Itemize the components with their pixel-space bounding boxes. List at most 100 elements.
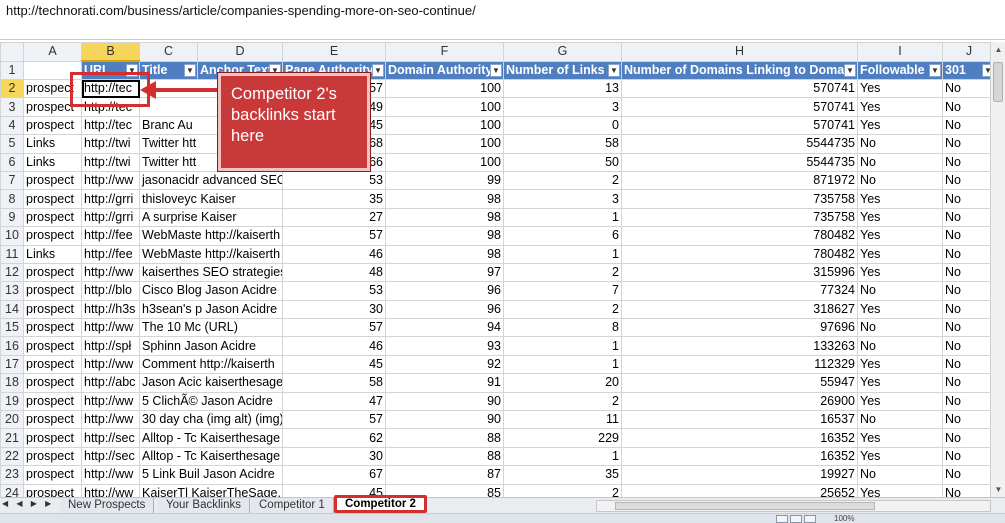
table-cell[interactable]: http://h3s: [81, 299, 140, 320]
table-cell[interactable]: 57: [282, 410, 386, 430]
table-cell[interactable]: prospect: [23, 336, 82, 356]
column-header-h[interactable]: H: [621, 42, 858, 62]
table-cell[interactable]: No: [857, 336, 943, 356]
table-cell[interactable]: 35: [503, 465, 622, 485]
table-cell[interactable]: 46: [282, 244, 386, 264]
table-cell[interactable]: WebMaste http://kaiserth: [139, 244, 283, 264]
table-cell[interactable]: No: [942, 410, 990, 430]
table-cell[interactable]: 8: [503, 318, 622, 338]
row-header[interactable]: 18: [0, 373, 24, 393]
table-cell[interactable]: Yes: [857, 428, 943, 448]
table-cell[interactable]: 25652: [621, 483, 858, 497]
table-cell[interactable]: 57: [282, 318, 386, 338]
table-cell[interactable]: 100: [385, 134, 504, 154]
filter-dropdown-icon[interactable]: ▼: [982, 63, 990, 77]
table-cell[interactable]: http://twi: [81, 134, 140, 154]
table-cell[interactable]: 58: [503, 134, 622, 154]
header-cell[interactable]: Number of Links ▼: [503, 60, 622, 80]
table-cell[interactable]: 45: [282, 354, 386, 375]
table-cell[interactable]: Yes: [857, 354, 943, 375]
table-cell[interactable]: http://tec: [81, 97, 140, 117]
column-header-g[interactable]: G: [503, 42, 622, 62]
table-cell[interactable]: Yes: [857, 391, 943, 412]
row-header[interactable]: 2: [0, 78, 24, 99]
header-cell[interactable]: 301 ▼: [942, 60, 990, 80]
table-cell[interactable]: No: [857, 410, 943, 430]
table-cell[interactable]: 13: [503, 78, 622, 99]
table-cell[interactable]: No: [942, 428, 990, 448]
table-cell[interactable]: No: [857, 465, 943, 485]
table-cell[interactable]: 2: [503, 391, 622, 412]
filter-dropdown-icon[interactable]: ▼: [372, 63, 384, 77]
table-cell[interactable]: No: [942, 226, 990, 246]
table-cell[interactable]: KaiserTl KaiserTheSage.: [139, 483, 283, 497]
row-header[interactable]: 8: [0, 189, 24, 209]
table-cell[interactable]: 570741: [621, 78, 858, 99]
row-header[interactable]: 14: [0, 299, 24, 320]
table-cell[interactable]: No: [942, 189, 990, 209]
table-cell[interactable]: Sphinn Jason Acidre: [139, 336, 283, 356]
table-cell[interactable]: Yes: [857, 446, 943, 467]
table-cell[interactable]: Yes: [857, 207, 943, 228]
table-cell[interactable]: 67: [282, 465, 386, 485]
table-cell[interactable]: 91: [385, 373, 504, 393]
table-cell[interactable]: 46: [282, 336, 386, 356]
row-header[interactable]: 22: [0, 446, 24, 467]
table-cell[interactable]: No: [942, 262, 990, 283]
header-cell[interactable]: Domain Authority ▼: [385, 60, 504, 80]
spreadsheet-grid[interactable]: ABCDEFGHIJ 1 URL ▼ Title ▼ Anchor Text ▼ Page A…: [0, 42, 990, 497]
table-cell[interactable]: No: [942, 78, 990, 99]
horizontal-scrollbar[interactable]: [596, 500, 991, 512]
table-cell[interactable]: Yes: [857, 373, 943, 393]
header-cell[interactable]: Title ▼: [139, 60, 198, 80]
column-header-b[interactable]: B: [81, 42, 140, 62]
table-cell[interactable]: Yes: [857, 483, 943, 497]
horizontal-scroll-thumb[interactable]: [615, 502, 875, 510]
table-cell[interactable]: http://fee: [81, 226, 140, 246]
table-cell[interactable]: 1: [503, 244, 622, 264]
table-cell[interactable]: 112329: [621, 354, 858, 375]
table-cell[interactable]: Comment http://kaiserth: [139, 354, 283, 375]
table-cell[interactable]: prospect: [23, 115, 82, 136]
table-cell[interactable]: Cisco Blog Jason Acidre: [139, 281, 283, 301]
table-cell[interactable]: 27: [282, 207, 386, 228]
table-cell[interactable]: 97: [385, 262, 504, 283]
table-cell[interactable]: No: [942, 483, 990, 497]
table-cell[interactable]: 0: [503, 115, 622, 136]
table-cell[interactable]: 5 Link Buil Jason Acidre: [139, 465, 283, 485]
filter-dropdown-icon[interactable]: ▼: [490, 63, 502, 77]
table-cell[interactable]: No: [942, 391, 990, 412]
table-cell[interactable]: 35: [282, 189, 386, 209]
table-cell[interactable]: prospect: [23, 410, 82, 430]
table-cell[interactable]: prospect: [23, 483, 82, 497]
header-cell[interactable]: Followable ▼: [857, 60, 943, 80]
table-cell[interactable]: Yes: [857, 115, 943, 136]
table-cell[interactable]: No: [942, 134, 990, 154]
table-cell[interactable]: 50: [503, 152, 622, 172]
table-cell[interactable]: http://ww: [81, 483, 140, 497]
table-cell[interactable]: 570741: [621, 115, 858, 136]
table-cell[interactable]: 16537: [621, 410, 858, 430]
table-cell[interactable]: http://grri: [81, 207, 140, 228]
row-header[interactable]: 23: [0, 465, 24, 485]
table-cell[interactable]: 58: [282, 373, 386, 393]
row-header[interactable]: 11: [0, 244, 24, 264]
table-cell[interactable]: http://ww: [81, 318, 140, 338]
table-cell[interactable]: 53: [282, 281, 386, 301]
table-cell[interactable]: Links: [23, 134, 82, 154]
table-cell[interactable]: 98: [385, 244, 504, 264]
table-cell[interactable]: kaiserthes SEO strategies: [139, 262, 283, 283]
table-cell[interactable]: prospect: [23, 391, 82, 412]
table-cell[interactable]: Yes: [857, 97, 943, 117]
row-header[interactable]: 3: [0, 97, 24, 117]
view-buttons[interactable]: [776, 515, 826, 523]
table-cell[interactable]: 55947: [621, 373, 858, 393]
table-cell[interactable]: No: [857, 318, 943, 338]
table-cell[interactable]: 7: [503, 281, 622, 301]
table-cell[interactable]: 2: [503, 483, 622, 497]
table-cell[interactable]: 88: [385, 428, 504, 448]
scroll-up-icon[interactable]: ▲: [991, 42, 1005, 57]
tab-your-backlinks[interactable]: Your Backlinks: [158, 498, 251, 513]
table-cell[interactable]: 5544735: [621, 134, 858, 154]
row-header[interactable]: 15: [0, 318, 24, 338]
